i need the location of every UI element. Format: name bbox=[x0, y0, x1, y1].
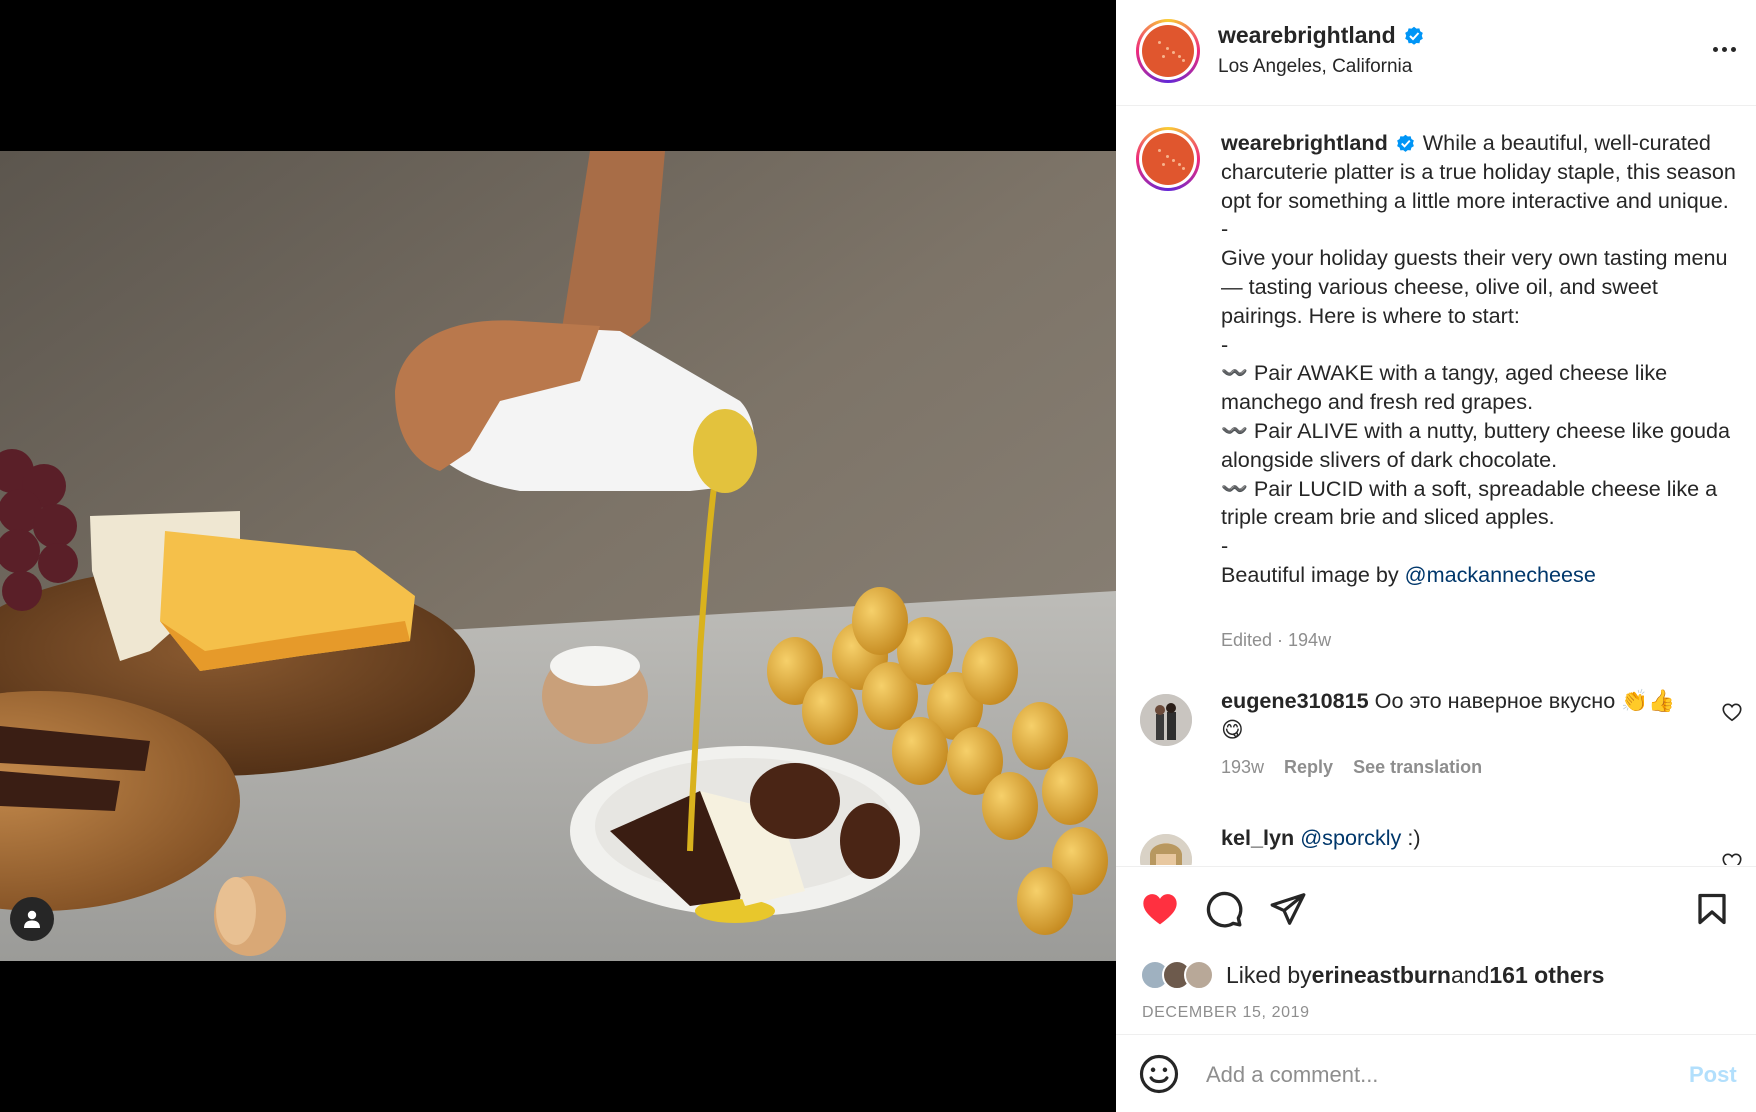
post-date[interactable]: DECEMBER 15, 2019 bbox=[1142, 1004, 1310, 1022]
comment-username[interactable]: kel_lyn bbox=[1221, 825, 1294, 850]
like-button[interactable] bbox=[1138, 887, 1182, 931]
emoji-icon[interactable] bbox=[1138, 1053, 1180, 1095]
caption-username[interactable]: wearebrightland bbox=[1221, 130, 1388, 155]
verified-badge-icon bbox=[1404, 26, 1423, 45]
comment-like-icon[interactable] bbox=[1721, 851, 1743, 865]
caption-line: 〰️ Pair AWAKE with a tangy, aged cheese … bbox=[1221, 360, 1668, 415]
comment-text: eugene310815 Оо это наверное вкусно 👏👍😋 bbox=[1221, 687, 1691, 745]
reply-button[interactable]: Reply bbox=[1284, 757, 1333, 778]
comment-icon bbox=[1206, 891, 1243, 928]
comment-button[interactable] bbox=[1202, 887, 1246, 931]
likes-summary: Liked by erineastburn and 161 others bbox=[1140, 960, 1604, 990]
comments-scroll-area[interactable]: wearebrightland While a beautiful, well-c… bbox=[1116, 107, 1756, 865]
comment-text: kel_lyn @sporckly :) bbox=[1221, 824, 1691, 853]
post-header: wearebrightland Los Angeles, California bbox=[1116, 0, 1756, 106]
likes-others-link[interactable]: 161 others bbox=[1489, 962, 1604, 989]
liked-by-user[interactable]: erineastburn bbox=[1312, 962, 1451, 989]
author-avatar[interactable] bbox=[1136, 19, 1200, 83]
comment-time: 193w bbox=[1221, 757, 1265, 777]
caption-line-1: wearebrightland While a beautiful, well-c… bbox=[1221, 129, 1741, 215]
post-comment-button[interactable]: Post bbox=[1689, 1062, 1737, 1088]
user-tag-button[interactable] bbox=[10, 897, 54, 941]
more-options-icon bbox=[1712, 46, 1718, 52]
caption-line: Give your holiday guests their very own … bbox=[1221, 245, 1728, 328]
caption-line: - bbox=[1221, 533, 1229, 559]
caption-line: 〰️ Pair ALIVE with a nutty, buttery chee… bbox=[1221, 417, 1731, 472]
post-media bbox=[0, 0, 1116, 1112]
commenter-avatar[interactable] bbox=[1140, 694, 1192, 746]
add-comment-bar: Post bbox=[1116, 1034, 1756, 1112]
caption-credit-mention[interactable]: @mackannecheese bbox=[1405, 562, 1596, 587]
comment-item: kel_lyn @sporckly :) bbox=[1116, 824, 1756, 865]
author-username[interactable]: wearebrightland bbox=[1218, 22, 1424, 49]
post-location[interactable]: Los Angeles, California bbox=[1218, 56, 1412, 78]
caption-credit: Beautiful image by @mackannecheese bbox=[1221, 561, 1741, 590]
post-actions: Liked by erineastburn and 161 others DEC… bbox=[1116, 866, 1756, 1034]
comment-input[interactable] bbox=[1206, 1055, 1646, 1095]
more-options-button[interactable] bbox=[1706, 34, 1742, 64]
share-icon bbox=[1270, 893, 1306, 925]
heart-icon bbox=[1143, 894, 1177, 925]
caption-line: - bbox=[1221, 331, 1229, 357]
post-photo[interactable] bbox=[0, 151, 1116, 961]
post-caption: wearebrightland While a beautiful, well-c… bbox=[1221, 129, 1741, 590]
save-button[interactable] bbox=[1690, 887, 1734, 931]
comment-like-icon[interactable] bbox=[1721, 701, 1743, 723]
caption-meta: Edited · 194w bbox=[1221, 630, 1332, 650]
more-options-dot bbox=[1730, 46, 1736, 52]
author-username-text[interactable]: wearebrightland bbox=[1218, 22, 1396, 49]
commenter-avatar-image bbox=[1140, 834, 1192, 865]
caption-credit-prefix: Beautiful image by bbox=[1221, 561, 1405, 587]
commenter-avatar[interactable] bbox=[1140, 834, 1192, 865]
verified-badge-icon bbox=[1396, 134, 1414, 152]
caption-author-avatar[interactable] bbox=[1136, 127, 1200, 191]
comment-username[interactable]: eugene310815 bbox=[1221, 688, 1369, 713]
post-side-panel: wearebrightland Los Angeles, California … bbox=[1116, 0, 1756, 1112]
liker-avatar bbox=[1184, 960, 1214, 990]
comment-mention[interactable]: @sporckly bbox=[1300, 825, 1401, 850]
user-tag-icon bbox=[24, 910, 40, 928]
commenter-avatar-image bbox=[1140, 694, 1192, 746]
bookmark-icon bbox=[1698, 893, 1726, 925]
caption-line: - bbox=[1221, 216, 1229, 242]
liker-avatars[interactable] bbox=[1140, 960, 1216, 990]
see-translation-button[interactable]: See translation bbox=[1353, 757, 1482, 778]
comment-body: :) bbox=[1401, 825, 1421, 850]
share-button[interactable] bbox=[1266, 887, 1310, 931]
more-options-dot bbox=[1721, 46, 1727, 52]
comment-meta: 193w Reply See translation bbox=[1221, 757, 1482, 778]
olive-oil-tasting-photo bbox=[0, 151, 1116, 961]
comment-item: eugene310815 Оо это наверное вкусно 👏👍😋 … bbox=[1116, 687, 1756, 797]
likes-prefix: Liked by bbox=[1226, 961, 1312, 988]
caption-line: 〰️ Pair LUCID with a soft, spreadable ch… bbox=[1221, 475, 1718, 530]
likes-middle: and bbox=[1451, 961, 1490, 988]
